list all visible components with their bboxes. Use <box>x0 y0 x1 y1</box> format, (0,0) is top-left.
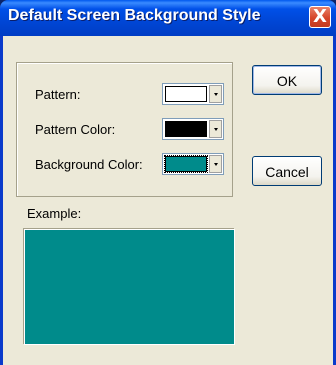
window-title: Default Screen Background Style <box>8 7 261 24</box>
background-color-dropdown-button[interactable] <box>209 155 222 173</box>
example-preview <box>24 229 235 345</box>
chevron-down-icon <box>214 93 218 96</box>
cancel-button[interactable]: Cancel <box>252 156 322 186</box>
dialog-client-area: Pattern: Pattern Color: Background Color… <box>3 36 333 365</box>
pattern-color-label: Pattern Color: <box>35 122 116 137</box>
background-color-dropdown[interactable] <box>162 153 224 175</box>
dialog-window: Default Screen Background Style X Patter… <box>0 0 336 365</box>
title-bar[interactable]: Default Screen Background Style X <box>0 0 336 36</box>
pattern-swatch <box>165 86 207 102</box>
close-icon: X <box>313 6 327 27</box>
chevron-down-icon <box>214 163 218 166</box>
close-button[interactable]: X <box>309 6 331 28</box>
background-color-swatch <box>165 156 207 172</box>
settings-group: Pattern: Pattern Color: Background Color… <box>16 62 233 197</box>
pattern-dropdown[interactable] <box>162 83 224 105</box>
chevron-down-icon <box>214 128 218 131</box>
pattern-color-swatch <box>165 121 207 137</box>
ok-button[interactable]: OK <box>252 65 322 95</box>
pattern-label: Pattern: <box>35 87 81 102</box>
pattern-dropdown-button[interactable] <box>209 85 222 103</box>
pattern-color-dropdown-button[interactable] <box>209 120 222 138</box>
background-color-label: Background Color: <box>35 157 143 172</box>
example-label: Example: <box>27 206 82 221</box>
pattern-color-dropdown[interactable] <box>162 118 224 140</box>
